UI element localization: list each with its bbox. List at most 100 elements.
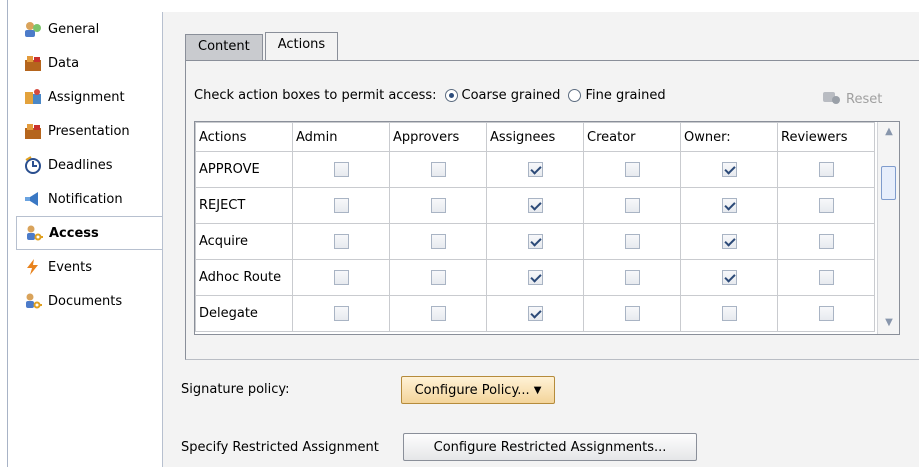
column-header[interactable]: Owner: bbox=[680, 122, 778, 152]
sidebar-item-label: Deadlines bbox=[48, 157, 113, 173]
configure-restricted-assignments-label: Configure Restricted Assignments... bbox=[433, 439, 667, 455]
permission-checkbox[interactable] bbox=[333, 198, 349, 213]
presentation-icon bbox=[22, 121, 44, 141]
left-gutter bbox=[0, 0, 8, 467]
sidebar-item-label: Data bbox=[48, 55, 80, 71]
column-header[interactable]: Admin bbox=[292, 122, 390, 152]
permission-checkbox[interactable] bbox=[818, 198, 834, 213]
sidebar-item-events[interactable]: Events bbox=[16, 250, 162, 284]
action-name: Acquire bbox=[195, 223, 293, 260]
configure-policy-button[interactable]: Configure Policy... ▼ bbox=[401, 376, 555, 404]
sidebar-item-presentation[interactable]: Presentation bbox=[16, 114, 162, 148]
reset-icon bbox=[822, 89, 842, 109]
actions-tab-panel: Check action boxes to permit access: Coa… bbox=[185, 60, 919, 360]
permission-checkbox[interactable] bbox=[721, 270, 737, 285]
permission-checkbox[interactable] bbox=[527, 270, 543, 285]
sidebar: General Data Assignment Presentation Dea… bbox=[16, 12, 164, 318]
column-header[interactable]: Creator bbox=[583, 122, 681, 152]
data-icon bbox=[22, 53, 44, 73]
fine-grained-label[interactable]: Fine grained bbox=[585, 88, 665, 103]
table-scrollbar[interactable]: ▲ ▼ bbox=[877, 122, 899, 334]
sidebar-item-label: Notification bbox=[48, 191, 123, 207]
actions-table: Actions Admin Approvers Assignees Creato… bbox=[194, 121, 900, 335]
sidebar-item-deadlines[interactable]: Deadlines bbox=[16, 148, 162, 182]
permission-checkbox[interactable] bbox=[818, 234, 834, 249]
signature-policy-label: Signature policy: bbox=[181, 382, 290, 397]
permission-checkbox[interactable] bbox=[721, 198, 737, 213]
action-name: Delegate bbox=[195, 295, 293, 332]
permission-checkbox[interactable] bbox=[430, 306, 446, 321]
sidebar-item-label: Events bbox=[48, 259, 93, 275]
access-instruction-row: Check action boxes to permit access: Coa… bbox=[194, 88, 666, 103]
table-row: REJECT bbox=[195, 187, 875, 224]
permission-checkbox[interactable] bbox=[721, 306, 737, 321]
tab-actions[interactable]: Actions bbox=[264, 32, 339, 60]
table-row: Acquire bbox=[195, 223, 875, 260]
permission-checkbox[interactable] bbox=[624, 162, 640, 177]
permission-checkbox[interactable] bbox=[818, 306, 834, 321]
permission-checkbox[interactable] bbox=[430, 198, 446, 213]
table-row: Adhoc Route bbox=[195, 259, 875, 296]
access-icon bbox=[23, 223, 45, 243]
table-row: Delegate bbox=[195, 295, 875, 332]
configure-policy-label: Configure Policy... bbox=[414, 382, 530, 398]
permission-checkbox[interactable] bbox=[624, 234, 640, 249]
coarse-grained-label[interactable]: Coarse grained bbox=[462, 88, 561, 103]
access-instruction: Check action boxes to permit access: bbox=[194, 88, 437, 103]
restricted-assignment-label: Specify Restricted Assignment bbox=[181, 440, 379, 455]
sidebar-item-data[interactable]: Data bbox=[16, 46, 162, 80]
permission-checkbox[interactable] bbox=[527, 198, 543, 213]
general-icon bbox=[22, 19, 44, 39]
permission-checkbox[interactable] bbox=[624, 306, 640, 321]
scroll-down-icon[interactable]: ▼ bbox=[882, 316, 896, 330]
permission-checkbox[interactable] bbox=[818, 162, 834, 177]
action-name: APPROVE bbox=[195, 151, 293, 188]
permission-checkbox[interactable] bbox=[721, 234, 737, 249]
action-name: Adhoc Route bbox=[195, 259, 293, 296]
reset-label: Reset bbox=[846, 91, 883, 107]
reset-button[interactable]: Reset bbox=[822, 89, 882, 109]
permission-checkbox[interactable] bbox=[430, 270, 446, 285]
permission-checkbox[interactable] bbox=[333, 234, 349, 249]
assignment-icon bbox=[22, 87, 44, 107]
events-icon bbox=[22, 257, 44, 277]
sidebar-item-notification[interactable]: Notification bbox=[16, 182, 162, 216]
permission-checkbox[interactable] bbox=[333, 270, 349, 285]
deadlines-icon bbox=[22, 155, 44, 175]
configure-restricted-assignments-button[interactable]: Configure Restricted Assignments... bbox=[403, 433, 697, 461]
table-row: APPROVE bbox=[195, 151, 875, 188]
sidebar-item-access[interactable]: Access bbox=[16, 216, 164, 250]
fine-grained-radio[interactable] bbox=[568, 89, 582, 102]
permission-checkbox[interactable] bbox=[624, 270, 640, 285]
scroll-up-icon[interactable]: ▲ bbox=[882, 125, 896, 139]
tab-strip: Content Actions bbox=[185, 32, 340, 60]
column-header[interactable]: Approvers bbox=[389, 122, 487, 152]
permission-checkbox[interactable] bbox=[333, 162, 349, 177]
permission-checkbox[interactable] bbox=[624, 198, 640, 213]
chevron-down-icon: ▼ bbox=[533, 384, 542, 396]
sidebar-item-label: General bbox=[48, 21, 100, 37]
column-header[interactable]: Actions bbox=[195, 122, 293, 152]
column-header[interactable]: Assignees bbox=[486, 122, 584, 152]
permission-checkbox[interactable] bbox=[721, 162, 737, 177]
permission-checkbox[interactable] bbox=[430, 234, 446, 249]
sidebar-item-label: Presentation bbox=[48, 123, 130, 139]
column-header[interactable]: Reviewers bbox=[777, 122, 875, 152]
sidebar-item-label: Assignment bbox=[48, 89, 125, 105]
permission-checkbox[interactable] bbox=[527, 162, 543, 177]
sidebar-item-assignment[interactable]: Assignment bbox=[16, 80, 162, 114]
sidebar-item-general[interactable]: General bbox=[16, 12, 162, 46]
table-header-row: Actions Admin Approvers Assignees Creato… bbox=[195, 122, 875, 152]
permission-checkbox[interactable] bbox=[527, 234, 543, 249]
tab-content[interactable]: Content bbox=[185, 34, 263, 60]
scroll-thumb[interactable] bbox=[881, 166, 896, 200]
permission-checkbox[interactable] bbox=[527, 306, 543, 321]
permission-checkbox[interactable] bbox=[430, 162, 446, 177]
sidebar-item-label: Documents bbox=[48, 293, 123, 309]
permission-checkbox[interactable] bbox=[818, 270, 834, 285]
sidebar-item-documents[interactable]: Documents bbox=[16, 284, 162, 318]
documents-icon bbox=[22, 291, 44, 311]
action-name: REJECT bbox=[195, 187, 293, 224]
permission-checkbox[interactable] bbox=[333, 306, 349, 321]
coarse-grained-radio[interactable] bbox=[444, 89, 458, 102]
